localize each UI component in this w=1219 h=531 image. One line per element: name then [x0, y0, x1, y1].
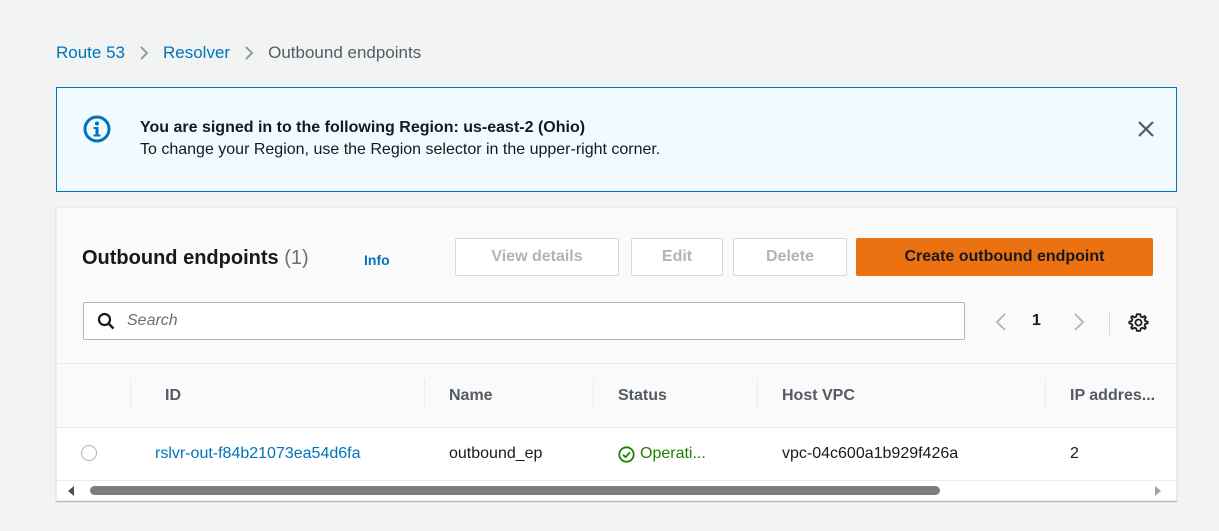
region-info-banner: You are signed in to the following Regio… [56, 87, 1177, 192]
table-row[interactable]: rslvr-out-f84b21073ea54d6fa outbound_ep … [57, 428, 1176, 480]
view-details-button[interactable]: View details [455, 238, 619, 276]
column-divider [757, 379, 758, 409]
search-placeholder: Search [127, 312, 178, 329]
table-header: ID Name Status Host VPC IP addres... [57, 363, 1176, 428]
endpoint-name: outbound_ep [449, 445, 543, 462]
host-vpc: vpc-04c600a1b929f426a [782, 445, 959, 462]
column-divider [424, 379, 425, 409]
delete-button[interactable]: Delete [733, 238, 847, 276]
endpoint-id-link[interactable]: rslvr-out-f84b21073ea54d6fa [155, 445, 360, 463]
chevron-right-icon[interactable] [1073, 312, 1085, 332]
info-icon [83, 115, 111, 143]
caret-right-icon[interactable] [1154, 486, 1162, 496]
column-header-status[interactable]: Status [618, 387, 667, 405]
breadcrumb: Route 53 Resolver Outbound endpoints [56, 41, 421, 65]
pager-divider [1109, 311, 1110, 335]
row-select-radio[interactable] [81, 445, 97, 461]
status-success-icon [618, 445, 635, 463]
ip-address-count: 2 [1070, 445, 1079, 462]
info-link[interactable]: Info [364, 252, 390, 268]
edit-button[interactable]: Edit [631, 238, 723, 276]
banner-title: You are signed in to the following Regio… [140, 119, 586, 136]
column-header-name[interactable]: Name [449, 387, 493, 405]
create-outbound-endpoint-button[interactable]: Create outbound endpoint [856, 238, 1153, 276]
caret-left-icon[interactable] [67, 486, 75, 496]
breadcrumb-route53[interactable]: Route 53 [56, 43, 125, 63]
breadcrumb-resolver[interactable]: Resolver [163, 43, 230, 63]
outbound-endpoints-panel: Outbound endpoints (1) Info View details… [56, 207, 1177, 501]
column-divider [593, 379, 594, 409]
page-number[interactable]: 1 [1032, 312, 1041, 330]
gear-icon[interactable] [1128, 312, 1149, 333]
banner-body: To change your Region, use the Region se… [140, 141, 661, 158]
chevron-right-icon [139, 45, 149, 61]
column-header-id[interactable]: ID [165, 387, 181, 405]
panel-title-text: Outbound endpoints [82, 247, 279, 269]
horizontal-scrollbar[interactable] [57, 480, 1176, 500]
scrollbar-thumb[interactable] [90, 486, 940, 495]
search-icon [97, 312, 115, 330]
column-divider [130, 379, 131, 409]
panel-count: (1) [284, 247, 309, 269]
panel-title: Outbound endpoints (1) [82, 247, 309, 270]
search-input[interactable]: Search [83, 302, 965, 340]
chevron-left-icon[interactable] [995, 312, 1007, 332]
close-icon[interactable] [1136, 119, 1156, 139]
breadcrumb-current: Outbound endpoints [268, 43, 422, 62]
status-text: Operati... [640, 445, 706, 462]
column-header-host-vpc[interactable]: Host VPC [782, 387, 855, 405]
status-badge: Operati... [618, 445, 706, 463]
column-divider [1045, 379, 1046, 409]
chevron-right-icon [244, 45, 254, 61]
column-header-ip-addresses[interactable]: IP addres... [1070, 387, 1155, 405]
